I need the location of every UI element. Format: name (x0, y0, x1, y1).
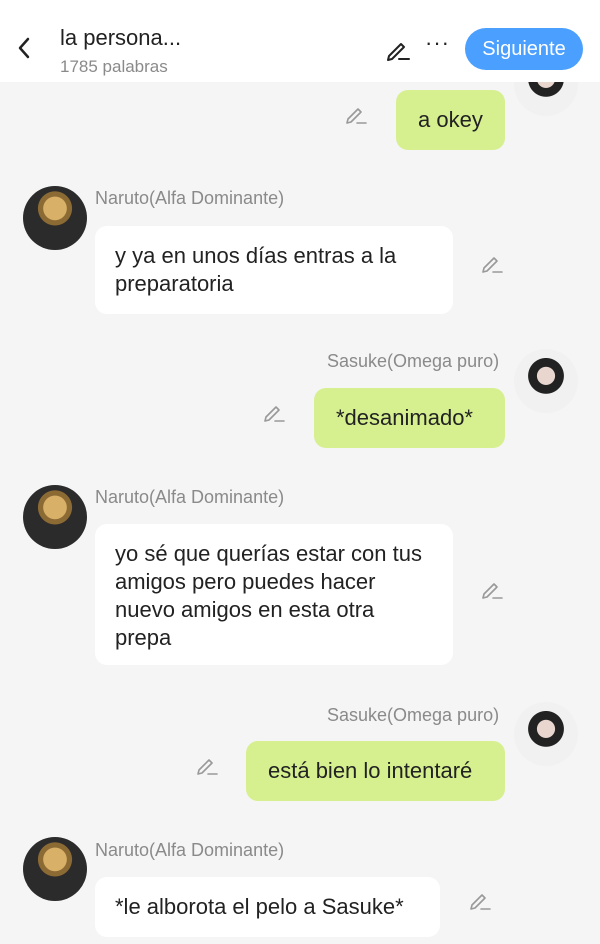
naruto-avatar (23, 837, 87, 901)
sasuke-avatar (514, 82, 578, 116)
word-count: 1785 palabras (60, 57, 168, 76)
message-bubble-received: yo sé que querías estar con tus amigos p… (95, 524, 453, 665)
edit-pencil-icon[interactable] (385, 36, 411, 62)
author-name: Sasuke(Omega puro) (327, 705, 500, 725)
next-button[interactable]: Siguiente (465, 28, 583, 70)
more-options-icon[interactable]: ··· (425, 30, 450, 56)
chat-area: a okey Naruto(Alfa Dominante) y ya en un… (0, 82, 600, 944)
edit-message-icon[interactable] (195, 752, 219, 776)
message-bubble-received: y ya en unos días entras a la preparator… (95, 226, 453, 314)
top-bar: la persona... 1785 palabras ··· Siguient… (0, 0, 600, 82)
message-bubble-sent: está bien lo intentaré (246, 741, 505, 801)
author-name: Sasuke(Omega puro) (327, 351, 500, 371)
edit-message-icon[interactable] (468, 887, 492, 911)
author-name: Naruto(Alfa Dominante) (95, 188, 285, 208)
edit-message-icon[interactable] (344, 101, 368, 125)
message-bubble-received: *le alborota el pelo a Sasuke* (95, 877, 440, 937)
author-name: Naruto(Alfa Dominante) (95, 487, 285, 507)
naruto-avatar (23, 186, 87, 250)
naruto-avatar (23, 485, 87, 549)
edit-message-icon[interactable] (480, 576, 504, 600)
edit-message-icon[interactable] (480, 250, 504, 274)
back-arrow-icon[interactable] (12, 33, 36, 63)
message-bubble-sent: *desanimado* (314, 388, 505, 448)
edit-message-icon[interactable] (262, 399, 286, 423)
author-name: Naruto(Alfa Dominante) (95, 840, 285, 860)
sasuke-avatar (514, 702, 578, 766)
sasuke-avatar (514, 349, 578, 413)
message-bubble-sent: a okey (396, 90, 505, 150)
story-title: la persona... (60, 25, 182, 50)
